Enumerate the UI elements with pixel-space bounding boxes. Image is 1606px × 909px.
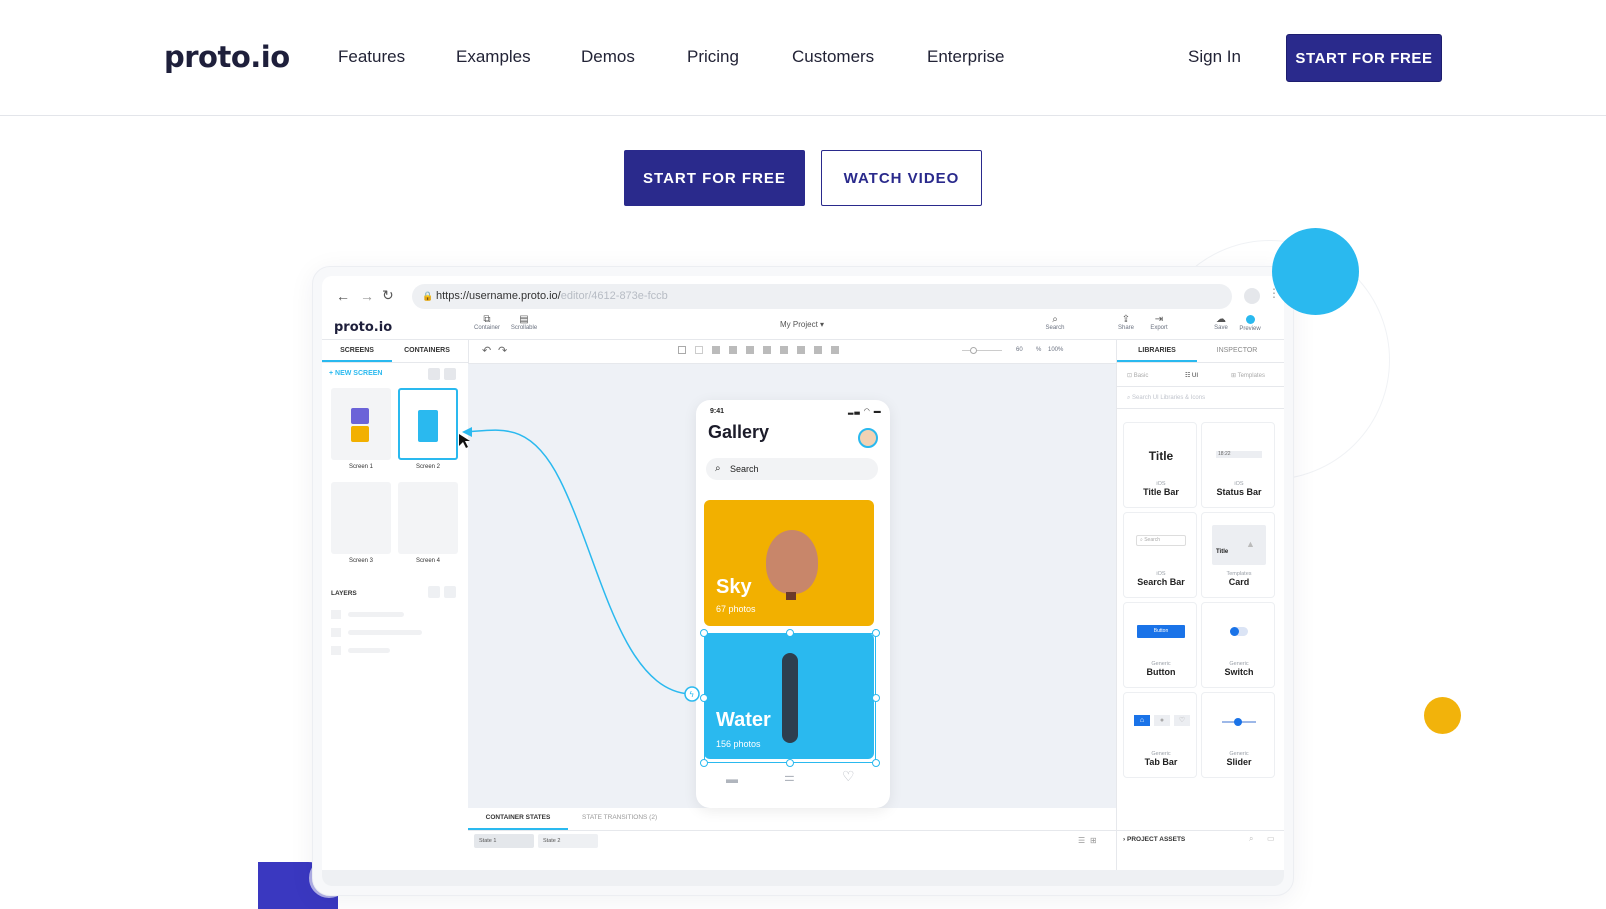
lightning-icon: ϟ bbox=[689, 690, 694, 699]
link-arrow-icon bbox=[462, 427, 472, 437]
cursor-icon bbox=[459, 434, 470, 448]
decorative-yellow-circle bbox=[1424, 697, 1461, 734]
decorative-blue-circle bbox=[1272, 228, 1359, 315]
link-connector: ϟ bbox=[459, 427, 700, 702]
link-connector-path bbox=[464, 429, 691, 695]
